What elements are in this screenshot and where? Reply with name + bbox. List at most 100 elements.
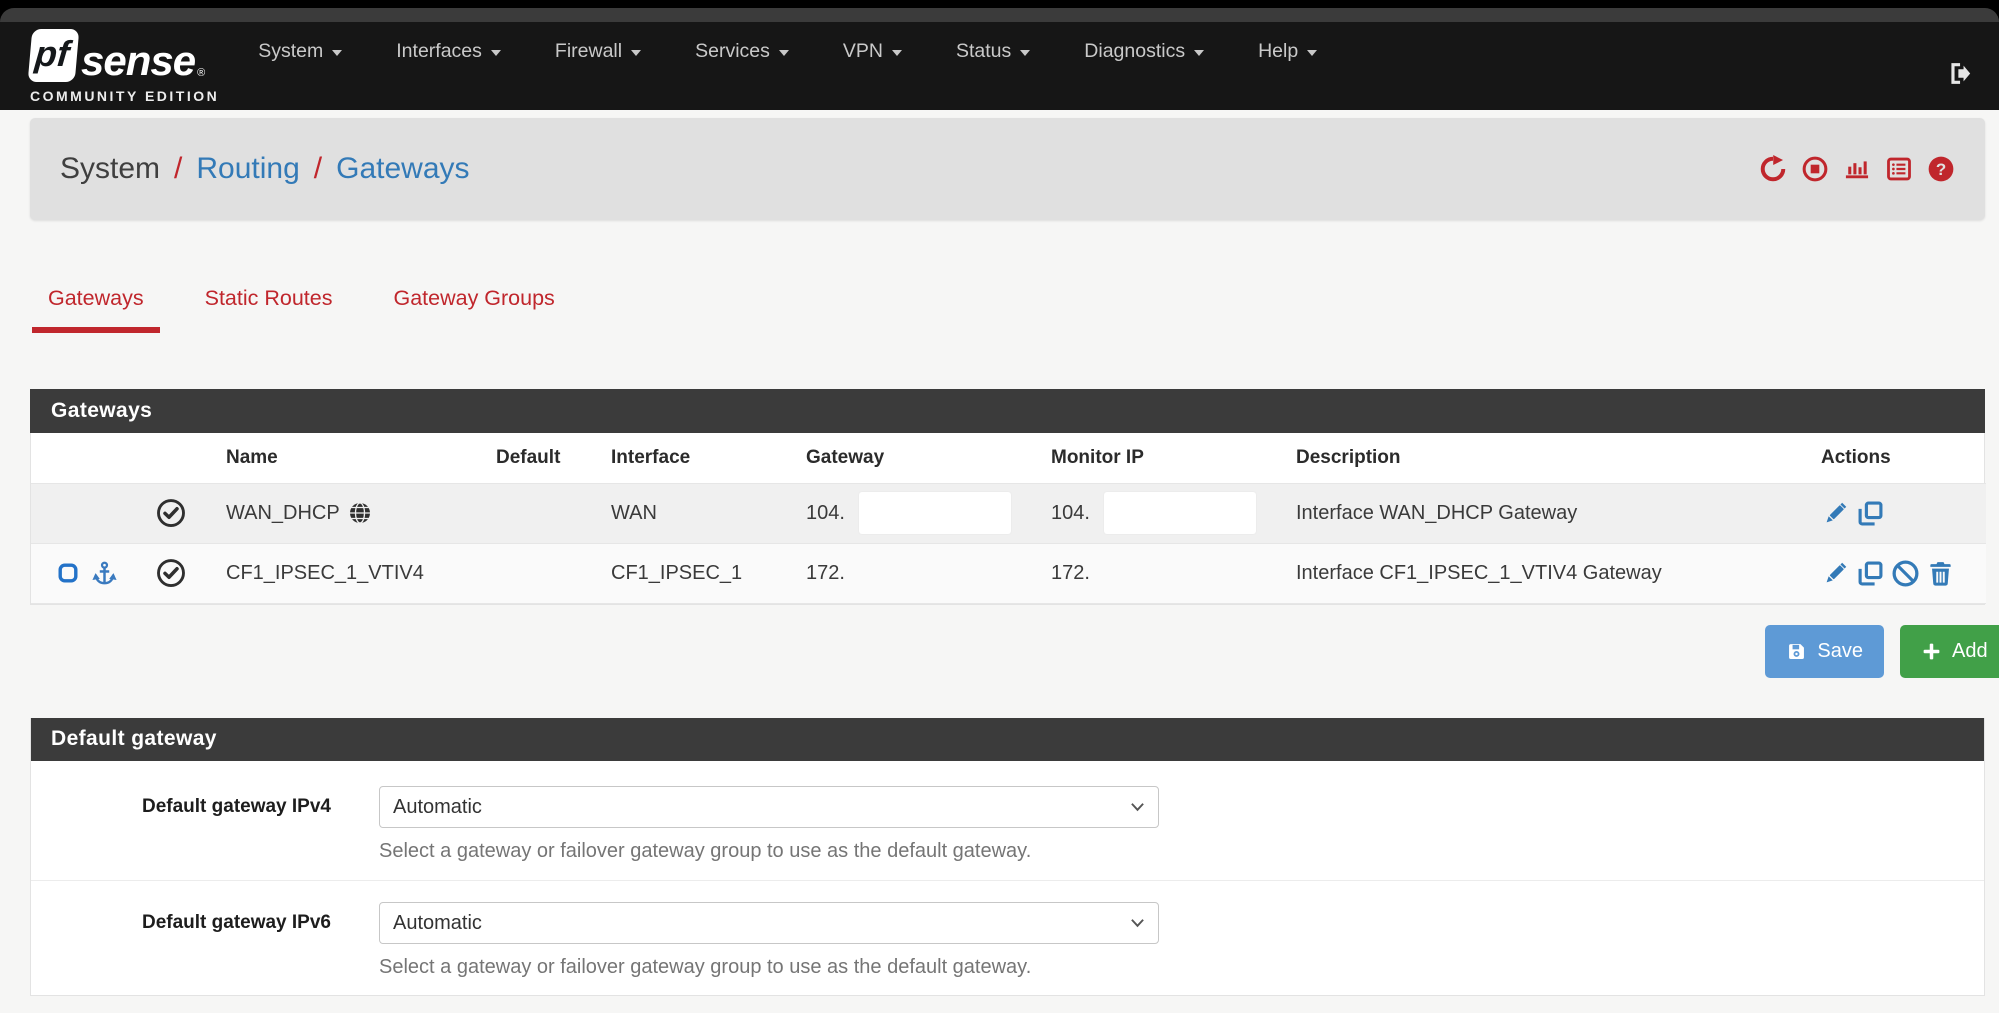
nav-item-label: System (258, 40, 323, 63)
col-interface: Interface (611, 433, 806, 483)
nav-item-services[interactable]: Services (668, 40, 816, 63)
row-default (496, 543, 611, 603)
refresh-icon[interactable] (1759, 155, 1787, 183)
default-gateway-form: Default gateway IPv4 Automatic Select a … (31, 761, 1984, 996)
row-left-icons (31, 543, 156, 603)
nav-item-vpn[interactable]: VPN (816, 40, 929, 63)
globe-icon (348, 501, 372, 525)
svg-text:?: ? (1936, 160, 1946, 179)
pfsense-logo-wordmark: pf sense ® (30, 29, 219, 82)
nav-item-label: VPN (843, 40, 883, 63)
default-gateway-ipv4-label: Default gateway IPv4 (31, 786, 331, 863)
col-left-icons (31, 433, 156, 483)
default-gateway-ipv4-help: Select a gateway or failover gateway gro… (379, 839, 1159, 863)
row-status (156, 543, 226, 603)
nav-item-label: Help (1258, 40, 1298, 63)
square-icon (56, 561, 80, 585)
col-gateway: Gateway (806, 433, 1051, 483)
nav-item-interfaces[interactable]: Interfaces (369, 40, 528, 63)
row-default (496, 483, 611, 543)
pencil-icon[interactable] (1821, 499, 1850, 528)
nav-item-firewall[interactable]: Firewall (528, 40, 668, 63)
default-gateway-panel-title: Default gateway (30, 718, 1985, 761)
nav-item-label: Services (695, 40, 770, 63)
row-name: CF1_IPSEC_1_VTIV4 (226, 543, 496, 603)
chart-icon[interactable] (1843, 155, 1871, 183)
caret-down-icon (892, 50, 902, 56)
clone-icon[interactable] (1856, 559, 1885, 588)
caret-down-icon (779, 50, 789, 56)
pfsense-logo[interactable]: pf sense ® COMMUNITY EDITION (30, 29, 219, 104)
row-left-icons (31, 483, 156, 543)
help-icon[interactable]: ? (1927, 155, 1955, 183)
stop-icon[interactable] (1801, 155, 1829, 183)
table-header-row: Name Default Interface Gateway Monitor I… (31, 433, 1986, 483)
row-monitor-ip: 104. (1051, 483, 1296, 543)
default-gateway-panel: Default gateway Default gateway IPv4 Aut… (30, 718, 1985, 996)
pencil-icon[interactable] (1821, 559, 1850, 588)
tab-static-routes[interactable]: Static Routes (189, 286, 349, 333)
nav-item-label: Status (956, 40, 1011, 63)
routing-tabs: Gateways Static Routes Gateway Groups (32, 286, 600, 333)
caret-down-icon (631, 50, 641, 56)
nav-item-status[interactable]: Status (929, 40, 1057, 63)
gateways-table: Name Default Interface Gateway Monitor I… (31, 433, 1986, 604)
registered-mark: ® (197, 67, 205, 79)
row-name: WAN_DHCP (226, 483, 496, 543)
nav-item-label: Firewall (555, 40, 622, 63)
caret-down-icon (332, 50, 342, 56)
plus-icon (1921, 641, 1942, 662)
nav-item-label: Diagnostics (1084, 40, 1185, 63)
top-navbar: pf sense ® COMMUNITY EDITION System Inte… (0, 22, 1999, 110)
tab-gateway-groups[interactable]: Gateway Groups (377, 286, 570, 333)
pfsense-logo-sense: sense (81, 40, 195, 82)
add-button-label: Add (1952, 640, 1988, 663)
breadcrumb-gateways-link[interactable]: Gateways (336, 152, 469, 186)
row-interface: WAN (611, 483, 806, 543)
check-circle-icon (156, 558, 186, 588)
nav-item-help[interactable]: Help (1231, 40, 1344, 63)
tab-label: Static Routes (205, 286, 333, 310)
trash-icon[interactable] (1926, 559, 1955, 588)
pfsense-logo-edition: COMMUNITY EDITION (30, 88, 219, 104)
gateway-row-cf1-ipsec: CF1_IPSEC_1_VTIV4 CF1_IPSEC_1 172. 172. … (31, 543, 1986, 603)
row-gateway: 104. (806, 483, 1051, 543)
anchor-icon (91, 560, 118, 587)
row-actions (1821, 543, 1986, 603)
breadcrumb-bar: System / Routing / Gateways ? (30, 118, 1985, 220)
row-description: Interface CF1_IPSEC_1_VTIV4 Gateway (1296, 543, 1821, 603)
caret-down-icon (1307, 50, 1317, 56)
default-gateway-ipv6-select[interactable]: Automatic (379, 902, 1159, 944)
col-actions: Actions (1821, 433, 1986, 483)
window-chrome (0, 0, 1999, 22)
window-chrome-strip (0, 8, 1999, 22)
pfsense-gateways-page: pf sense ® COMMUNITY EDITION System Inte… (0, 0, 1999, 1013)
nav-item-system[interactable]: System (231, 40, 369, 63)
tab-gateways[interactable]: Gateways (32, 286, 160, 333)
row-actions (1821, 483, 1986, 543)
pfsense-logo-pf: pf (28, 29, 80, 82)
nav-item-diagnostics[interactable]: Diagnostics (1057, 40, 1231, 63)
default-gateway-ipv6-help: Select a gateway or failover gateway gro… (379, 955, 1159, 979)
breadcrumb-system: System (60, 152, 160, 186)
log-icon[interactable] (1885, 155, 1913, 183)
col-monitor-ip: Monitor IP (1051, 433, 1296, 483)
breadcrumb-separator: / (314, 152, 322, 186)
form-row-ipv4: Default gateway IPv4 Automatic Select a … (31, 761, 1984, 880)
save-button[interactable]: Save (1765, 625, 1884, 678)
tab-label: Gateway Groups (393, 286, 554, 310)
add-button[interactable]: Add (1900, 625, 1999, 678)
sign-out-icon[interactable] (1946, 60, 1973, 87)
caret-down-icon (1020, 50, 1030, 56)
nav-item-label: Interfaces (396, 40, 482, 63)
default-gateway-ipv4-select[interactable]: Automatic (379, 786, 1159, 828)
col-name: Name (226, 433, 496, 483)
clone-icon[interactable] (1856, 499, 1885, 528)
breadcrumb-routing-link[interactable]: Routing (196, 152, 299, 186)
row-status (156, 483, 226, 543)
form-buttons: Save Add (30, 625, 1999, 678)
ban-icon[interactable] (1891, 559, 1920, 588)
breadcrumb: System / Routing / Gateways (60, 152, 470, 186)
redaction-box (1104, 492, 1256, 534)
main-menu: System Interfaces Firewall Services VPN … (231, 40, 1344, 63)
